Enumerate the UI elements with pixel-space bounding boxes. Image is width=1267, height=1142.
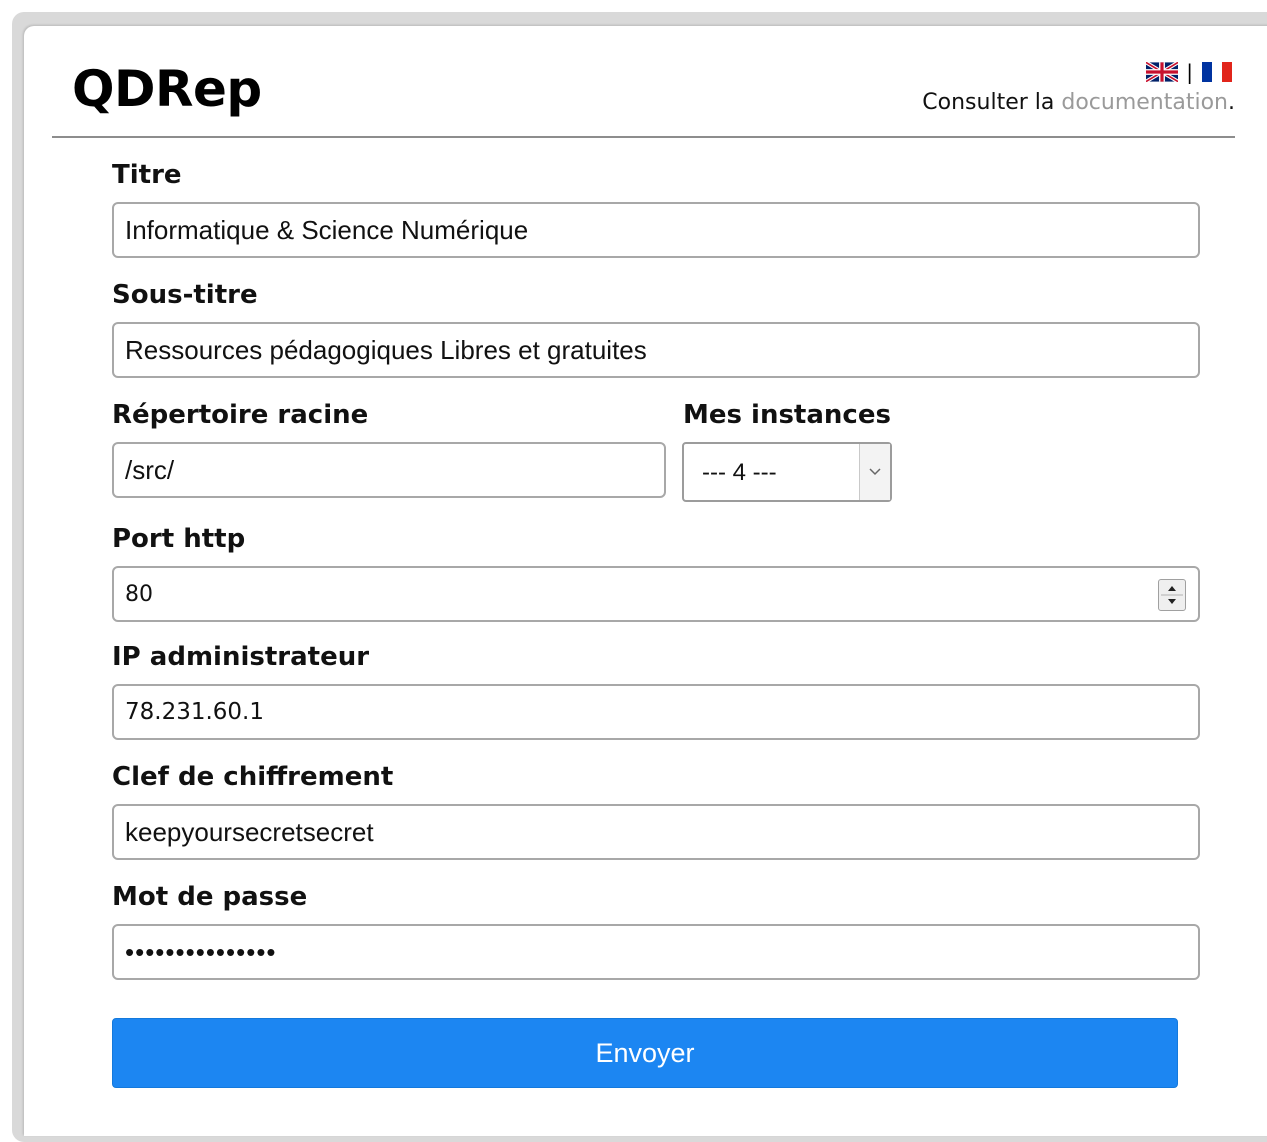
titre-label: Titre [112,160,182,190]
instances-label: Mes instances [683,400,891,430]
fr-flag-icon[interactable] [1201,62,1233,82]
language-separator: | [1186,60,1193,84]
ip-label: IP administrateur [112,642,370,672]
submit-button[interactable]: Envoyer [112,1018,1178,1088]
clef-input[interactable]: keepyoursecretsecret [112,804,1200,860]
instances-select[interactable]: --- 4 --- [682,442,892,502]
doc-suffix: . [1228,90,1235,115]
documentation-line: Consulter la documentation. [922,90,1235,115]
port-value: 80 [125,581,153,607]
documentation-link[interactable]: documentation [1061,90,1228,115]
ip-input[interactable]: 78.231.60.1 [112,684,1200,740]
port-label: Port http [112,524,246,554]
app-logo: QDRep [72,60,262,118]
chevron-down-icon[interactable] [859,444,890,500]
password-input[interactable]: ••••••••••••••• [112,924,1200,980]
repertoire-input[interactable]: /src/ [112,442,666,498]
config-card: QDRep | Consulter la documentation. Titr… [24,26,1267,1136]
clef-label: Clef de chiffrement [112,762,394,792]
uk-flag-icon[interactable] [1145,60,1180,84]
sous-titre-input[interactable]: Ressources pédagogiques Libres et gratui… [112,322,1200,378]
number-spinner-icon[interactable] [1158,579,1186,611]
language-switcher: | [1145,60,1233,84]
sous-titre-label: Sous-titre [112,280,258,310]
repertoire-label: Répertoire racine [112,400,369,430]
instances-selected: --- 4 --- [702,459,777,486]
mdp-label: Mot de passe [112,882,308,912]
doc-prefix: Consulter la [922,90,1062,115]
titre-input[interactable]: Informatique & Science Numérique [112,202,1200,258]
header-divider [52,136,1235,138]
port-input[interactable]: 80 [112,566,1200,622]
header: QDRep | Consulter la documentation. [24,26,1267,138]
